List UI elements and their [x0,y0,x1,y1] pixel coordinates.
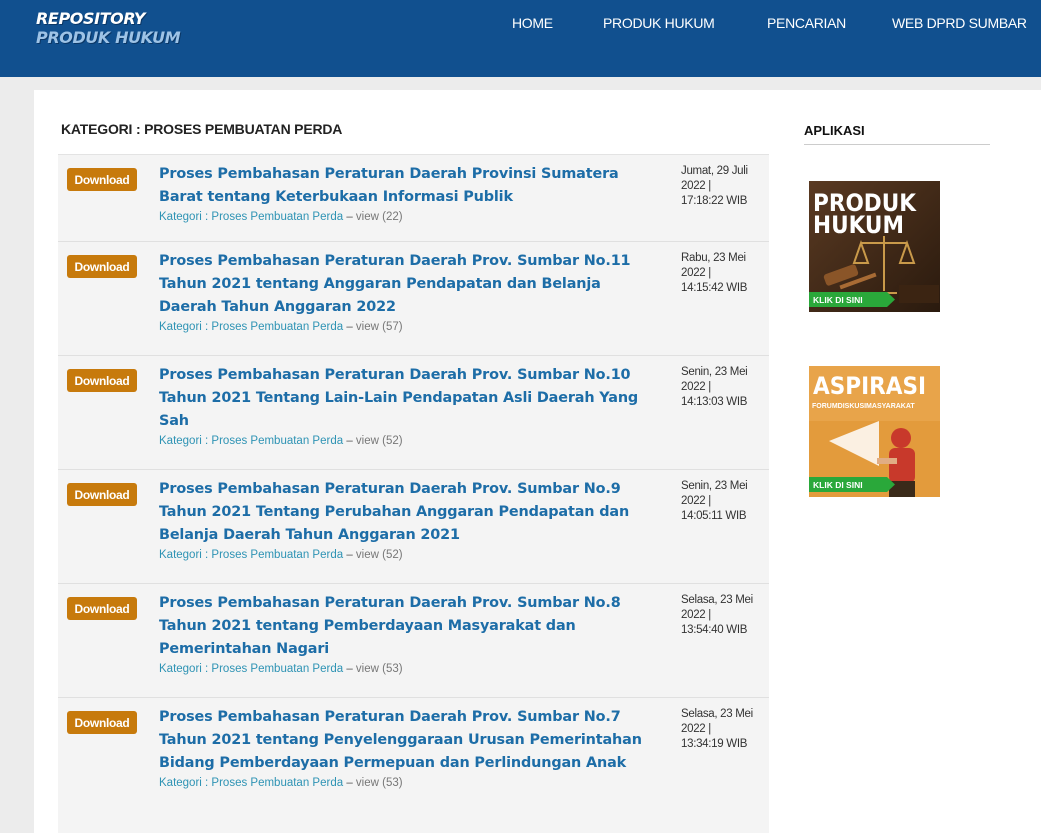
item-date-day: Jumat, 29 Juli [681,165,748,177]
aspirasi-banner-art: ASPIRASI FORUMDISKUSIMASYARAKAT KLIK DI … [809,366,940,497]
item-date-time: 13:34:19 WIB [681,738,748,750]
banner-cta: KLIK DI SINI [813,295,863,305]
list-item: Download Proses Pembahasan Peraturan Daer… [58,470,769,584]
main-nav: HOME PRODUK HUKUM PENCARIAN WEB DPRD SUM… [0,15,1041,35]
item-date: Senin, 23 Mei 2022 | 14:13:03 WIB [681,365,765,410]
item-meta: Kategori : Proses Pembuatan Perda – view… [159,319,659,335]
item-date-year: 2022 | [681,609,711,621]
item-view-count: view (22) [355,211,403,223]
item-title-link[interactable]: Proses Pembahasan Peraturan Daerah Prov.… [159,592,659,661]
item-view-count: view (53) [355,663,403,675]
item-category-link[interactable]: Kategori : Proses Pembuatan Perda [159,549,343,561]
item-date: Rabu, 23 Mei 2022 | 14:15:42 WIB [681,251,765,296]
produk-hukum-banner-art: PRODUK HUKUM KLIK DI SINI [809,181,940,312]
item-body: Proses Pembahasan Peraturan Daerah Prov.… [159,478,659,563]
item-date-day: Selasa, 23 Mei [681,594,753,606]
item-body: Proses Pembahasan Peraturan Daerah Prov.… [159,592,659,677]
item-date-day: Senin, 23 Mei [681,366,748,378]
item-date-day: Selasa, 23 Mei [681,708,753,720]
banner-title-line1: ASPIRASI [813,372,926,400]
list-item: Download Proses Pembahasan Peraturan Daer… [58,698,769,833]
sidebar-title: APLIKASI [804,123,865,138]
banner-title-line2: HUKUM [813,211,904,239]
item-date-time: 14:05:11 WIB [681,510,747,522]
aspirasi-banner[interactable]: ASPIRASI FORUMDISKUSIMASYARAKAT KLIK DI … [809,366,940,497]
item-date: Selasa, 23 Mei 2022 | 13:54:40 WIB [681,593,765,638]
item-body: Proses Pembahasan Peraturan Daerah Provi… [159,163,659,225]
item-category-link[interactable]: Kategori : Proses Pembuatan Perda [159,777,343,789]
item-date-time: 17:18:22 WIB [681,195,748,207]
item-meta: Kategori : Proses Pembuatan Perda – view… [159,775,659,791]
item-date-year: 2022 | [681,180,711,192]
item-meta-separator: – [346,321,353,333]
list-item: Download Proses Pembahasan Peraturan Daer… [58,242,769,356]
item-meta: Kategori : Proses Pembuatan Perda – view… [159,433,659,449]
item-title-link[interactable]: Proses Pembahasan Peraturan Daerah Prov.… [159,364,659,433]
item-date-year: 2022 | [681,267,711,279]
item-view-count: view (53) [355,777,403,789]
item-title-link[interactable]: Proses Pembahasan Peraturan Daerah Prov.… [159,706,659,775]
item-category-link[interactable]: Kategori : Proses Pembuatan Perda [159,321,343,333]
item-meta-separator: – [346,211,353,223]
item-meta-separator: – [346,777,353,789]
nav-produk-hukum[interactable]: PRODUK HUKUM [603,15,715,31]
item-title-link[interactable]: Proses Pembahasan Peraturan Daerah Prov.… [159,478,659,547]
item-meta: Kategori : Proses Pembuatan Perda – view… [159,547,659,563]
item-meta: Kategori : Proses Pembuatan Perda – view… [159,209,659,225]
sidebar-divider [804,144,990,145]
item-date-year: 2022 | [681,723,711,735]
item-meta-separator: – [346,549,353,561]
document-list: Download Proses Pembahasan Peraturan Daer… [58,154,769,833]
item-date-day: Senin, 23 Mei [681,480,748,492]
list-item: Download Proses Pembahasan Peraturan Daer… [58,584,769,698]
item-date-time: 14:13:03 WIB [681,396,748,408]
item-date: Senin, 23 Mei 2022 | 14:05:11 WIB [681,479,765,524]
download-button[interactable]: Download [67,168,137,191]
banner-cta: KLIK DI SINI [813,480,863,490]
item-body: Proses Pembahasan Peraturan Daerah Prov.… [159,250,659,335]
download-button[interactable]: Download [67,711,137,734]
item-category-link[interactable]: Kategori : Proses Pembuatan Perda [159,211,343,223]
item-date: Jumat, 29 Juli 2022 | 17:18:22 WIB [681,164,765,209]
item-view-count: view (52) [355,435,403,447]
item-category-link[interactable]: Kategori : Proses Pembuatan Perda [159,435,343,447]
banner-subtitle: FORUMDISKUSIMASYARAKAT [812,403,915,410]
item-title-link[interactable]: Proses Pembahasan Peraturan Daerah Prov.… [159,250,659,319]
item-date-day: Rabu, 23 Mei [681,252,746,264]
item-view-count: view (52) [355,549,403,561]
download-button[interactable]: Download [67,483,137,506]
item-meta-separator: – [346,663,353,675]
item-date-year: 2022 | [681,381,711,393]
download-button[interactable]: Download [67,369,137,392]
item-date: Selasa, 23 Mei 2022 | 13:34:19 WIB [681,707,765,752]
item-title-link[interactable]: Proses Pembahasan Peraturan Daerah Provi… [159,163,659,209]
produk-hukum-banner[interactable]: PRODUK HUKUM KLIK DI SINI [809,181,940,312]
item-view-count: view (57) [355,321,403,333]
item-date-time: 14:15:42 WIB [681,282,748,294]
item-meta-separator: – [346,435,353,447]
nav-home[interactable]: HOME [512,15,553,31]
item-category-link[interactable]: Kategori : Proses Pembuatan Perda [159,663,343,675]
item-date-time: 13:54:40 WIB [681,624,748,636]
item-meta: Kategori : Proses Pembuatan Perda – view… [159,661,659,677]
list-item: Download Proses Pembahasan Peraturan Daer… [58,356,769,470]
list-item: Download Proses Pembahasan Peraturan Daer… [58,155,769,242]
item-date-year: 2022 | [681,495,711,507]
nav-web-dprd-sumbar[interactable]: WEB DPRD SUMBAR [892,15,1027,31]
item-body: Proses Pembahasan Peraturan Daerah Prov.… [159,706,659,791]
item-body: Proses Pembahasan Peraturan Daerah Prov.… [159,364,659,449]
download-button[interactable]: Download [67,255,137,278]
nav-pencarian[interactable]: PENCARIAN [767,15,846,31]
download-button[interactable]: Download [67,597,137,620]
category-heading: KATEGORI : PROSES PEMBUATAN PERDA [61,121,343,137]
site-header: REPOSITORY PRODUK HUKUM HOME PRODUK HUKU… [0,0,1041,77]
